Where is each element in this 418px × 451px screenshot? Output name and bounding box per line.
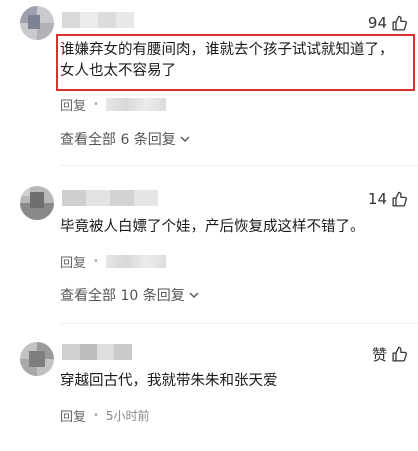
comment-text: 穿越回古代，我就带朱朱和张天爱 xyxy=(60,373,278,389)
username-blurred[interactable] xyxy=(62,344,132,360)
separator-dot: • xyxy=(93,410,99,421)
chevron-down-icon xyxy=(180,136,190,142)
thumbs-up-icon xyxy=(392,191,407,207)
comment-text: 毕竟被人白嫖了个娃，产后恢复成这样不错了。 xyxy=(60,219,365,235)
comment-item-1: 94 谁嫌弃女的有腰间肉，谁就去个孩子试试就知道了，女人也太不容易了 回复 • … xyxy=(0,0,418,166)
reply-button[interactable]: 回复 xyxy=(60,252,86,271)
timestamp: 5小时前 xyxy=(105,409,150,423)
thumbs-up-icon xyxy=(392,346,407,362)
comment-item-3: 赞 穿越回古代，我就带朱朱和张天爱 回复 • 5小时前 xyxy=(0,336,418,451)
username-blurred[interactable] xyxy=(62,12,134,28)
like-count: 14 xyxy=(367,190,387,208)
avatar[interactable] xyxy=(20,6,54,40)
comment-meta: 回复 • 5小时前 xyxy=(60,406,150,425)
like-button[interactable]: 赞 xyxy=(372,344,408,365)
avatar[interactable] xyxy=(20,186,54,220)
divider xyxy=(60,165,418,166)
view-all-replies-button[interactable]: 查看全部 10 条回复 xyxy=(60,285,200,305)
like-button[interactable]: 94 xyxy=(368,14,408,32)
comment-meta: 回复 • xyxy=(60,252,166,271)
comment-item-2: 14 毕竟被人白嫖了个娃，产后恢复成这样不错了。 回复 • 查看全部 10 条回… xyxy=(0,180,418,330)
like-label: 赞 xyxy=(371,346,387,364)
username-blurred[interactable] xyxy=(62,190,158,206)
view-all-replies-button[interactable]: 查看全部 6 条回复 xyxy=(60,129,191,149)
comment-meta: 回复 • xyxy=(60,95,166,114)
view-replies-label: 查看全部 6 条回复 xyxy=(60,132,176,148)
like-button[interactable]: 14 xyxy=(368,190,408,208)
divider xyxy=(60,323,418,324)
timestamp-blurred xyxy=(105,98,166,111)
chevron-down-icon xyxy=(189,292,199,298)
reply-button[interactable]: 回复 xyxy=(60,95,86,114)
thumbs-up-icon xyxy=(392,15,407,31)
avatar[interactable] xyxy=(20,342,54,376)
view-replies-label: 查看全部 10 条回复 xyxy=(60,288,185,304)
reply-button[interactable]: 回复 xyxy=(60,406,86,425)
separator-dot: • xyxy=(93,256,99,267)
like-count: 94 xyxy=(367,14,387,32)
timestamp-blurred xyxy=(105,255,166,268)
comment-text: 谁嫌弃女的有腰间肉，谁就去个孩子试试就知道了，女人也太不容易了 xyxy=(60,42,394,79)
separator-dot: • xyxy=(93,99,99,110)
